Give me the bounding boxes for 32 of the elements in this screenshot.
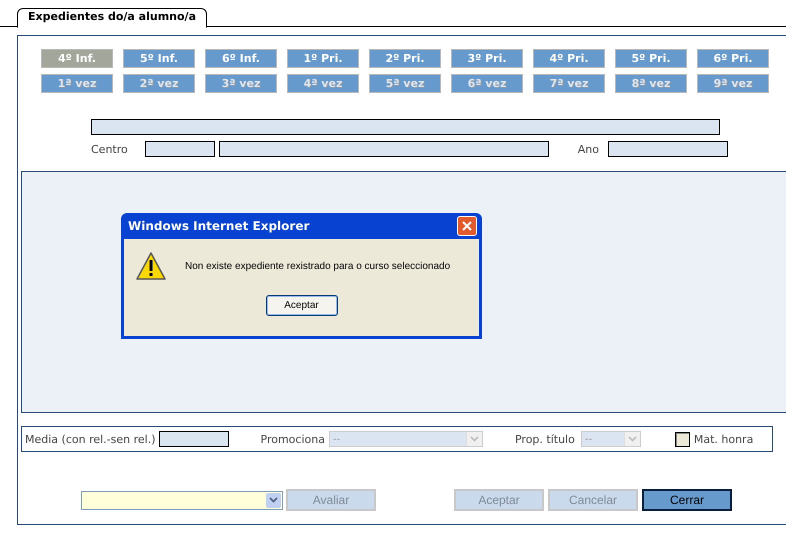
tab[interactable]: Expedientes do/a alumno/a [17, 8, 207, 28]
media-field[interactable] [158, 431, 229, 447]
dialog-title: Windows Internet Explorer [128, 219, 310, 233]
centro-label: Centro [91, 142, 128, 156]
accept-button[interactable]: Aceptar [266, 295, 338, 316]
student-name-field[interactable] [91, 119, 720, 135]
course-button[interactable]: 5º Inf. [123, 49, 195, 68]
promociona-label: Promociona [260, 432, 325, 446]
ano-field[interactable] [608, 141, 728, 157]
ano-label: Ano [578, 142, 599, 156]
media-label: Media (con rel.-sen rel.) [25, 432, 156, 446]
course-button[interactable]: 4º Pri. [533, 49, 605, 68]
course-button[interactable]: 6º Inf. [205, 49, 277, 68]
chevron-down-icon [628, 436, 637, 442]
close-button[interactable] [457, 216, 477, 236]
chevron-down-icon [269, 497, 278, 503]
course-button[interactable]: 3º Pri. [451, 49, 523, 68]
dialog-message: Non existe expediente rexistrado para o curso seleccionado [185, 260, 450, 272]
prop-titulo-label: Prop. título [514, 432, 575, 446]
action-button[interactable]: Cerrar [642, 489, 732, 511]
course-button[interactable]: 1º Pri. [287, 49, 359, 68]
honour-label: Mat. honra [694, 432, 754, 446]
warning-icon [135, 251, 167, 281]
course-button[interactable]: 6º Pri. [697, 49, 769, 68]
chevron-down-icon [470, 436, 479, 442]
course-button[interactable]: 2º Pri. [369, 49, 441, 68]
dropdown[interactable] [81, 490, 283, 510]
course-button[interactable]: 4º Inf. [41, 49, 113, 68]
centro-code-field[interactable] [144, 141, 215, 157]
course-button[interactable]: 5º Pri. [615, 49, 687, 68]
close-icon [462, 221, 472, 231]
centro-name-field[interactable] [218, 141, 549, 157]
